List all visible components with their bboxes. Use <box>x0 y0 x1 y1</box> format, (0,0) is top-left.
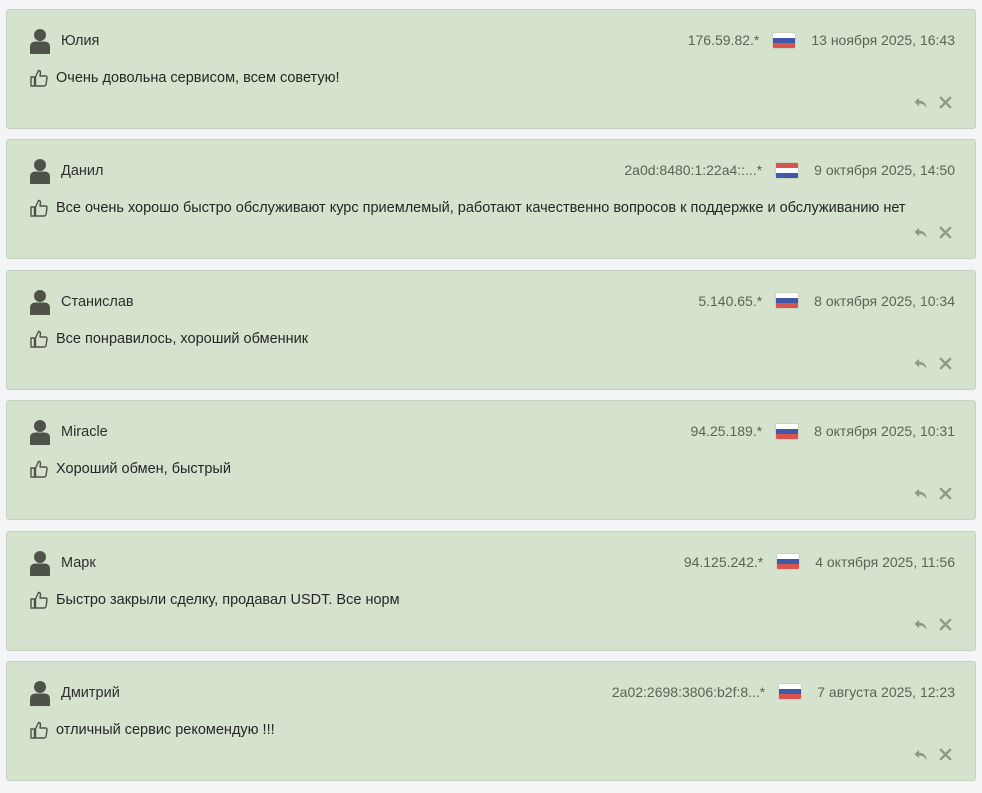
reply-icon[interactable] <box>913 617 928 632</box>
review-meta: 94.25.189.* 8 октября 2025, 10:31 <box>691 420 955 442</box>
review-author: Дмитрий <box>61 684 120 701</box>
thumbs-up-icon <box>30 460 48 478</box>
user-avatar-icon <box>30 420 50 446</box>
review-date: 9 октября 2025, 14:50 <box>814 162 955 179</box>
review-text: Все очень хорошо быстро обслуживают курс… <box>56 200 906 217</box>
delete-icon[interactable] <box>938 356 953 371</box>
review-meta: 2a02:2698:3806:b2f:8...* 7 августа 2025,… <box>612 681 955 703</box>
review-meta: 5.140.65.* 8 октября 2025, 10:34 <box>698 290 955 312</box>
review-date: 8 октября 2025, 10:34 <box>814 292 955 309</box>
review-body: отличный сервис рекомендую !!! <box>29 720 275 740</box>
user-avatar-icon <box>30 550 50 576</box>
reviews-list: Юлия 176.59.82.* 13 ноября 2025, 16:43 О… <box>6 9 976 791</box>
review-date: 8 октября 2025, 10:31 <box>814 423 955 440</box>
flag-icon <box>777 554 800 570</box>
thumbs-up-icon <box>30 69 48 87</box>
review-card: Miracle 94.25.189.* 8 октября 2025, 10:3… <box>6 400 976 521</box>
review-text: Быстро закрыли сделку, продавал USDT. Вс… <box>56 591 400 608</box>
reply-icon[interactable] <box>913 356 928 371</box>
thumbs-up-icon <box>30 721 48 739</box>
review-author: Miracle <box>61 424 108 441</box>
review-ip: 94.125.242.* <box>683 553 764 570</box>
review-actions <box>913 356 953 371</box>
review-body: Быстро закрыли сделку, продавал USDT. Вс… <box>29 590 400 610</box>
review-meta: 176.59.82.* 13 ноября 2025, 16:43 <box>688 29 955 51</box>
review-actions <box>913 747 953 762</box>
review-body: Все понравилось, хороший обменник <box>29 329 308 349</box>
delete-icon[interactable] <box>938 95 953 110</box>
flag-icon <box>776 162 799 178</box>
review-date: 7 августа 2025, 12:23 <box>817 683 955 700</box>
review-ip: 2a02:2698:3806:b2f:8...* <box>611 683 766 700</box>
review-ip: 94.25.189.* <box>690 423 763 440</box>
review-text: отличный сервис рекомендую !!! <box>56 721 275 738</box>
review-card: Дмитрий 2a02:2698:3806:b2f:8...* 7 авгус… <box>6 660 976 781</box>
review-body: Очень довольна сервисом, всем советую! <box>29 68 340 88</box>
user-avatar-icon <box>30 159 50 185</box>
review-text: Очень довольна сервисом, всем советую! <box>56 70 340 86</box>
flag-icon <box>776 423 799 439</box>
review-date: 4 октября 2025, 11:56 <box>815 553 955 570</box>
review-card: Данил 2a0d:8480:1:22a4::...* 9 октября 2… <box>6 139 976 260</box>
delete-icon[interactable] <box>938 486 953 501</box>
delete-icon[interactable] <box>938 747 953 762</box>
flag-icon <box>773 32 796 48</box>
review-ip: 5.140.65.* <box>698 292 763 309</box>
user-avatar-icon <box>30 29 50 54</box>
review-text: Хороший обмен, быстрый <box>56 461 231 478</box>
delete-icon[interactable] <box>938 617 953 632</box>
review-card: Юлия 176.59.82.* 13 ноября 2025, 16:43 О… <box>6 9 976 129</box>
thumbs-up-icon <box>30 591 48 609</box>
user-avatar-icon <box>30 680 50 706</box>
review-actions <box>913 95 953 110</box>
review-date: 13 ноября 2025, 16:43 <box>811 32 955 48</box>
review-text: Все понравилось, хороший обменник <box>56 330 309 347</box>
thumbs-up-icon <box>30 200 48 218</box>
review-actions <box>913 486 953 501</box>
review-author: Юлия <box>61 33 100 49</box>
review-card: Марк 94.125.242.* 4 октября 2025, 11:56 … <box>6 530 976 651</box>
reply-icon[interactable] <box>913 225 928 240</box>
review-meta: 94.125.242.* 4 октября 2025, 11:56 <box>684 551 955 573</box>
reply-icon[interactable] <box>913 95 928 110</box>
review-author: Данил <box>61 163 104 180</box>
review-actions <box>913 225 953 240</box>
delete-icon[interactable] <box>938 225 953 240</box>
review-ip: 2a0d:8480:1:22a4::...* <box>624 162 763 179</box>
flag-icon <box>776 293 799 309</box>
review-ip: 176.59.82.* <box>687 32 760 48</box>
flag-icon <box>779 684 802 700</box>
reply-icon[interactable] <box>913 747 928 762</box>
review-author: Марк <box>61 554 96 571</box>
review-author: Станислав <box>61 293 134 310</box>
review-body: Хороший обмен, быстрый <box>29 459 231 479</box>
review-meta: 2a0d:8480:1:22a4::...* 9 октября 2025, 1… <box>624 159 955 181</box>
review-body: Все очень хорошо быстро обслуживают курс… <box>29 198 906 218</box>
review-card: Станислав 5.140.65.* 8 октября 2025, 10:… <box>6 269 976 390</box>
thumbs-up-icon <box>30 330 48 348</box>
review-actions <box>913 617 953 632</box>
user-avatar-icon <box>30 289 50 315</box>
reply-icon[interactable] <box>913 486 928 501</box>
